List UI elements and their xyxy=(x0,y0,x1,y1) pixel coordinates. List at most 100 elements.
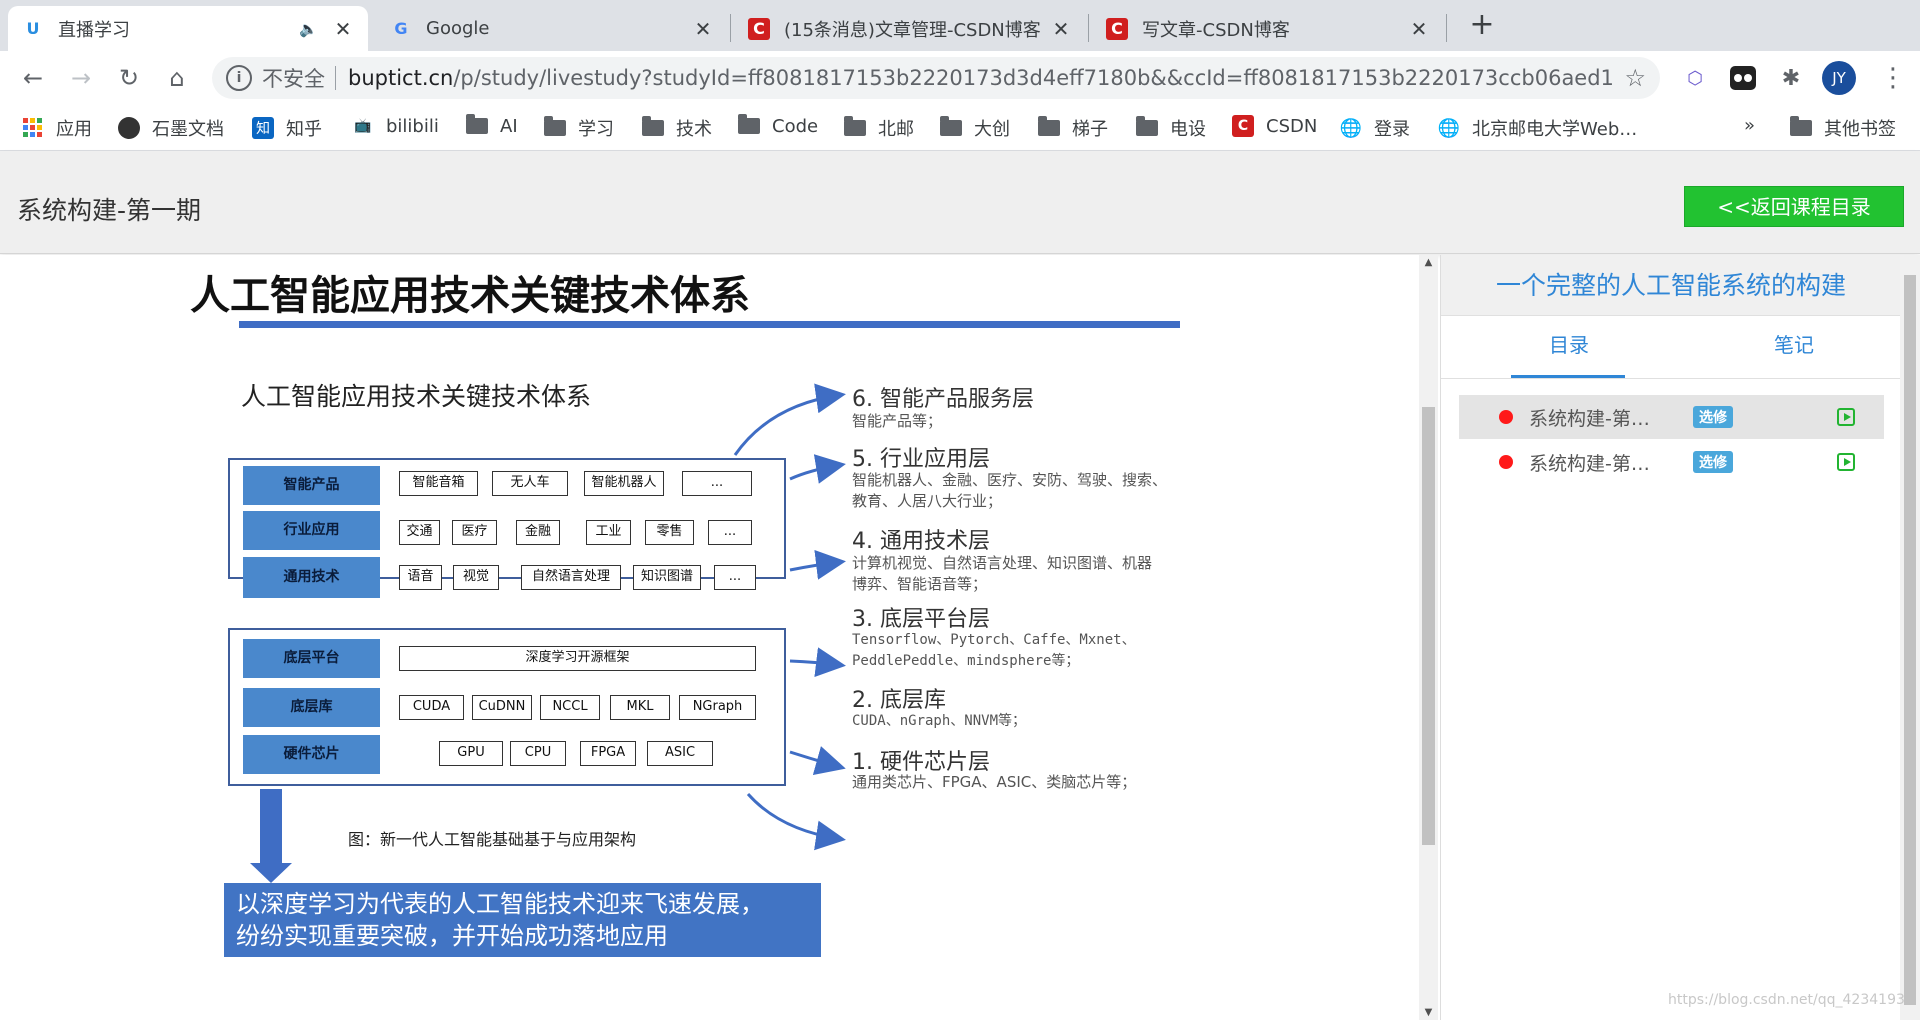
folder-icon xyxy=(1038,116,1060,139)
folder-icon xyxy=(1136,116,1158,139)
page-title: 系统构建-第一期 xyxy=(17,196,202,225)
bookmark-folder-bupt[interactable]: 北邮 xyxy=(844,115,914,141)
bookmark-label: 梯子 xyxy=(1072,119,1108,140)
bookmark-folder-ai[interactable]: AI xyxy=(466,114,518,137)
bookmark-folder-code[interactable]: Code xyxy=(738,114,818,137)
layer-desc-5: 智能机器人、金融、医疗、安防、驾驶、搜索、 教育、人居八大行业； xyxy=(852,470,1167,512)
layer-desc-line: PeddlePeddle、mindsphere等； xyxy=(852,653,1080,669)
star-icon[interactable]: ☆ xyxy=(1624,64,1646,92)
bookmark-bilibili[interactable]: 📺 bilibili xyxy=(352,115,439,137)
layer-desc-line: 智能产品等； xyxy=(852,412,943,430)
bookmarks-bar: 应用 石墨文档 知 知乎 📺 bilibili AI 学习 技术 Code 北邮… xyxy=(0,105,1920,151)
info-icon[interactable]: i xyxy=(226,65,252,91)
browser-toolbar: ← → ↻ ⌂ i 不安全 buptict.cn /p/study/livest… xyxy=(0,51,1920,105)
globe-icon: 🌐 xyxy=(1339,117,1363,139)
layer-desc-2: CUDA、nGraph、NNVM等； xyxy=(852,711,1026,732)
tab-catalog[interactable]: 目录 xyxy=(1549,329,1589,358)
slide-scrollbar[interactable]: ▲ ▼ xyxy=(1419,255,1438,1020)
layer-title-4: 4. 通用技术层 xyxy=(852,529,990,554)
bookmark-login[interactable]: 🌐 登录 xyxy=(1340,115,1410,141)
shimo-icon xyxy=(118,117,140,139)
cube-extension-icon[interactable]: ⬡ xyxy=(1680,63,1710,93)
bookmark-other[interactable]: 其他书签 xyxy=(1790,115,1896,141)
reload-icon[interactable]: ↻ xyxy=(112,61,146,95)
close-icon[interactable]: ✕ xyxy=(692,17,714,41)
tab-csdn-articles[interactable]: C (15条消息)文章管理-CSDN博客 ✕ xyxy=(734,6,1086,51)
bookmark-shimo[interactable]: 石墨文档 xyxy=(118,115,224,141)
lesson-item[interactable]: 系统构建-第… 选修 xyxy=(1459,395,1884,439)
play-icon[interactable] xyxy=(1837,453,1855,471)
bookmark-folder-dachuang[interactable]: 大创 xyxy=(940,115,1010,141)
tab-live-study[interactable]: U 直播学习 🔈 ✕ xyxy=(8,6,368,51)
elective-badge: 选修 xyxy=(1693,451,1733,473)
folder-icon xyxy=(466,114,488,137)
bookmark-folder-study[interactable]: 学习 xyxy=(544,115,614,141)
layer-title-6: 6. 智能产品服务层 xyxy=(852,387,1034,412)
speaker-icon[interactable]: 🔈 xyxy=(299,20,318,38)
scroll-up-icon[interactable]: ▲ xyxy=(1419,257,1438,268)
tab-separator xyxy=(1446,14,1447,42)
new-tab-button[interactable]: + xyxy=(1464,8,1500,44)
bookmark-apps[interactable]: 应用 xyxy=(22,115,92,141)
csdn-icon: C xyxy=(748,17,770,40)
tab-csdn-write[interactable]: C 写文章-CSDN博客 ✕ xyxy=(1092,6,1444,51)
tab-separator xyxy=(730,14,731,42)
tab-title: 写文章-CSDN博客 xyxy=(1142,19,1290,41)
scroll-down-icon[interactable]: ▼ xyxy=(1419,1007,1438,1018)
divider xyxy=(1441,378,1901,379)
tab-notes[interactable]: 笔记 xyxy=(1774,329,1814,358)
bookmark-folder-tech[interactable]: 技术 xyxy=(642,115,712,141)
bookmark-folder-dianshe[interactable]: 电设 xyxy=(1136,115,1206,141)
bookmark-folder-ladder[interactable]: 梯子 xyxy=(1038,115,1108,141)
back-arrow-icon[interactable]: ← xyxy=(16,61,50,95)
insecure-label: 不安全 xyxy=(262,67,325,91)
menu-dots-icon[interactable]: ⋮ xyxy=(1880,61,1906,95)
elective-badge: 选修 xyxy=(1693,406,1733,428)
figure-caption: 图：新一代人工智能基础基于与应用架构 xyxy=(348,830,637,849)
highlight-line: 以深度学习为代表的人工智能技术迎来飞速发展， xyxy=(236,890,764,918)
eyes-extension-icon[interactable] xyxy=(1728,63,1758,93)
scrollbar-thumb[interactable] xyxy=(1904,275,1916,1005)
layer-desc-3: Tensorflow、Pytorch、Caffe、Mxnet、 PeddlePe… xyxy=(852,630,1136,672)
bilibili-icon: 📺 xyxy=(354,118,372,134)
lesson-item[interactable]: 系统构建-第… 选修 xyxy=(1459,440,1884,484)
bookmark-label: 其他书签 xyxy=(1824,119,1896,140)
home-icon[interactable]: ⌂ xyxy=(160,61,194,95)
bookmarks-overflow-button[interactable]: » xyxy=(1744,115,1755,136)
url-path: /p/study/livestudy?studyId=ff8081817153b… xyxy=(453,66,1615,90)
tab-google[interactable]: G Google ✕ xyxy=(376,6,728,51)
bookmark-zhihu[interactable]: 知 知乎 xyxy=(252,115,322,141)
avatar[interactable]: JY xyxy=(1822,61,1856,95)
layer-title-3: 3. 底层平台层 xyxy=(852,607,990,632)
zhihu-icon: 知 xyxy=(252,117,274,139)
course-sidebar: 一个完整的人工智能系统的构建 目录 笔记 系统构建-第… 选修 系统构建-第… … xyxy=(1440,255,1901,1020)
folder-icon xyxy=(844,116,866,139)
bookmark-csdn[interactable]: C CSDN xyxy=(1232,115,1317,137)
highlight-box: 以深度学习为代表的人工智能技术迎来飞速发展， 纷纷实现重要突破，并开始成功落地应… xyxy=(224,883,821,957)
bookmark-label: 登录 xyxy=(1374,119,1410,140)
chevron-right-icon: » xyxy=(1744,115,1756,136)
address-bar[interactable]: i 不安全 buptict.cn /p/study/livestudy?stud… xyxy=(212,57,1660,99)
watermark: https://blog.csdn.net/qq_4234193 xyxy=(1668,992,1905,1008)
play-icon[interactable] xyxy=(1837,408,1855,426)
scrollbar-thumb[interactable] xyxy=(1422,407,1435,845)
tab-title: 直播学习 xyxy=(58,19,130,41)
highlight-line: 纷纷实现重要突破，并开始成功落地应用 xyxy=(236,922,668,950)
close-icon[interactable]: ✕ xyxy=(1050,17,1072,41)
csdn-icon: C xyxy=(1232,115,1254,137)
close-icon[interactable]: ✕ xyxy=(332,17,354,41)
page-scrollbar[interactable] xyxy=(1900,255,1920,1020)
apps-grid-icon xyxy=(22,117,44,139)
layer-title-2: 2. 底层库 xyxy=(852,688,946,713)
layer-desc-line: 通用类芯片、FPGA、ASIC、类脑芯片等； xyxy=(852,773,1137,791)
close-icon[interactable]: ✕ xyxy=(1408,17,1430,41)
folder-icon xyxy=(1790,116,1812,139)
bookmark-bupt-web[interactable]: 🌐 北京邮电大学Web… xyxy=(1438,115,1637,141)
folder-icon xyxy=(738,114,760,137)
forward-arrow-icon[interactable]: → xyxy=(64,61,98,95)
folder-icon xyxy=(544,116,566,139)
back-to-catalog-button[interactable]: <<返回课程目录 xyxy=(1684,186,1904,227)
bookmark-label: 石墨文档 xyxy=(152,119,224,140)
puzzle-icon[interactable]: ✱ xyxy=(1776,63,1806,93)
tab-strip: U 直播学习 🔈 ✕ G Google ✕ C (15条消息)文章管理-CSDN… xyxy=(0,0,1920,51)
